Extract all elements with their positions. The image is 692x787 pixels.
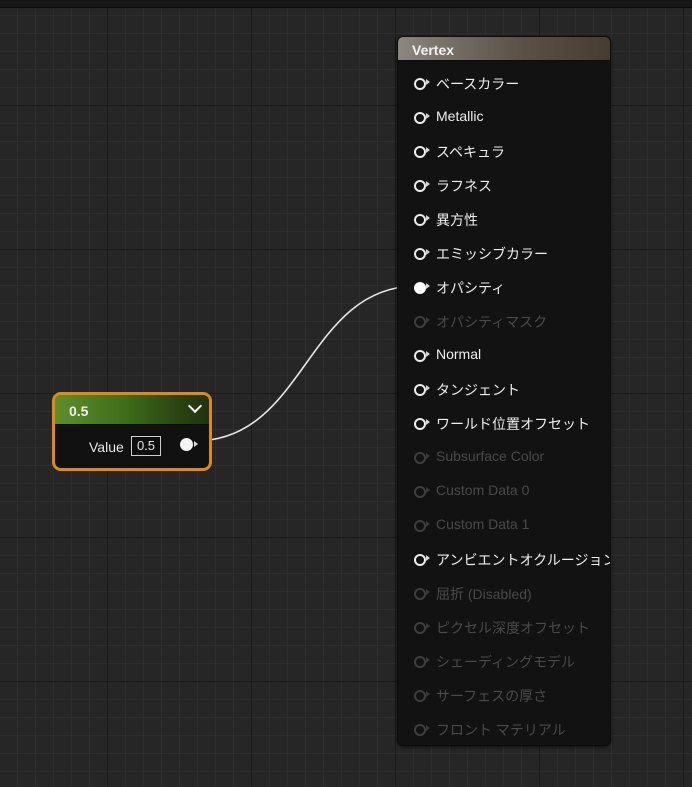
input-pin-row: Custom Data 0: [398, 479, 610, 505]
result-node-header[interactable]: Vertex: [398, 37, 610, 61]
input-pin-row[interactable]: エミッシブカラー: [398, 241, 610, 267]
input-pin-circle-icon: [414, 724, 426, 736]
input-pin-row[interactable]: 異方性: [398, 207, 610, 233]
input-pin-label: Custom Data 0: [436, 482, 530, 498]
input-pin-row[interactable]: Normal: [398, 343, 610, 369]
input-pin-label: 屈折 (Disabled): [436, 586, 532, 602]
input-pin-circle-icon[interactable]: [414, 418, 426, 430]
input-pin-row[interactable]: アンビエントオクルージョン: [398, 547, 611, 573]
pin-arrow-icon: [426, 249, 430, 255]
value-label: Value: [89, 439, 124, 455]
input-pin-circle-icon[interactable]: [414, 248, 426, 260]
input-pin-circle-icon[interactable]: [414, 214, 426, 226]
input-pin-circle-icon: [414, 520, 426, 532]
input-pin-label: ベースカラー: [436, 76, 520, 92]
input-pin-circle-icon[interactable]: [414, 350, 426, 362]
pin-arrow-icon: [426, 555, 430, 561]
pin-arrow-icon: [426, 623, 430, 629]
pin-arrow-icon: [426, 215, 430, 221]
output-pin-arrow-icon: [194, 441, 198, 447]
pin-arrow-icon: [426, 657, 430, 663]
pin-arrow-icon: [426, 147, 430, 153]
input-pin-label: オパシティ: [436, 280, 506, 296]
input-pin-label: ラフネス: [436, 178, 492, 194]
input-pin-circle-icon: [414, 316, 426, 328]
input-pin-row[interactable]: ベースカラー: [398, 71, 610, 97]
pin-arrow-icon: [426, 725, 430, 731]
opacity-connection-wire[interactable]: [194, 285, 418, 442]
input-pin-circle-icon: [414, 452, 426, 464]
pin-arrow-icon: [426, 589, 430, 595]
input-pin-circle-icon[interactable]: [414, 554, 426, 566]
input-pin-label: スペキュラ: [436, 144, 506, 160]
input-pin-label: サーフェスの厚さ: [436, 688, 548, 704]
input-pin-label: Metallic: [436, 108, 484, 124]
input-pin-row: 屈折 (Disabled): [398, 581, 610, 607]
constant-node[interactable]: 0.5 Value 0.5: [52, 392, 212, 471]
input-pin-row: オパシティマスク: [398, 309, 610, 335]
input-pin-row: シェーディングモデル: [398, 649, 610, 675]
result-node-title: Vertex: [412, 42, 455, 58]
input-pin-circle-icon: [414, 588, 426, 600]
input-pin-label: ワールド位置オフセット: [436, 416, 590, 432]
pin-arrow-icon: [426, 385, 430, 391]
input-pin-label: オパシティマスク: [436, 314, 548, 330]
constant-node-header[interactable]: 0.5: [55, 395, 209, 425]
pin-arrow-icon: [426, 487, 430, 493]
input-pin-label: 異方性: [436, 212, 478, 228]
input-pin-circle-icon[interactable]: [414, 282, 426, 294]
input-pin-label: フロント マテリアル: [436, 722, 566, 738]
pin-arrow-icon: [426, 521, 430, 527]
input-pin-label: Normal: [436, 346, 482, 362]
input-pin-row: サーフェスの厚さ: [398, 683, 610, 709]
input-pin-circle-icon[interactable]: [414, 112, 426, 124]
collapse-chevron-icon[interactable]: [187, 398, 203, 414]
input-pin-row: Subsurface Color: [398, 445, 610, 471]
input-pin-row[interactable]: Metallic: [398, 105, 610, 131]
material-result-node[interactable]: Vertex ベースカラー Metallic スペキュララフネス異方性エミッシブカラ…: [397, 36, 611, 746]
input-pin-row[interactable]: ラフネス: [398, 173, 610, 199]
input-pin-label: Subsurface Color: [436, 448, 545, 464]
input-pin-row[interactable]: オパシティ: [398, 275, 610, 301]
pin-arrow-icon: [426, 691, 430, 697]
input-pin-circle-icon[interactable]: [414, 146, 426, 158]
pin-arrow-icon: [426, 283, 430, 289]
pin-arrow-icon: [426, 181, 430, 187]
input-pin-row[interactable]: スペキュラ: [398, 139, 610, 165]
input-pin-label: Custom Data 1: [436, 516, 530, 532]
input-pin-circle-icon: [414, 690, 426, 702]
input-pin-label: エミッシブカラー: [436, 246, 548, 262]
input-pin-circle-icon: [414, 486, 426, 498]
input-pin-label: タンジェント: [436, 382, 520, 398]
input-pin-row[interactable]: ワールド位置オフセット: [398, 411, 610, 437]
input-pin-circle-icon: [414, 622, 426, 634]
constant-node-title: 0.5: [69, 403, 89, 419]
input-pin-row: フロント マテリアル: [398, 717, 610, 743]
input-pin-label: アンビエントオクルージョン: [436, 552, 611, 568]
pin-arrow-icon: [426, 79, 430, 85]
pin-arrow-icon: [426, 317, 430, 323]
value-input[interactable]: 0.5: [131, 436, 161, 456]
input-pin-row: ピクセル深度オフセット: [398, 615, 610, 641]
pin-arrow-icon: [426, 351, 430, 357]
input-pin-circle-icon[interactable]: [414, 78, 426, 90]
input-pin-circle-icon: [414, 656, 426, 668]
pin-arrow-icon: [426, 453, 430, 459]
pin-arrow-icon: [426, 113, 430, 119]
output-pin[interactable]: [180, 438, 193, 451]
pin-arrow-icon: [426, 419, 430, 425]
input-pin-circle-icon[interactable]: [414, 384, 426, 396]
input-pin-row[interactable]: タンジェント: [398, 377, 610, 403]
input-pin-label: ピクセル深度オフセット: [436, 620, 590, 636]
input-pin-row: Custom Data 1: [398, 513, 610, 539]
input-pin-circle-icon[interactable]: [414, 180, 426, 192]
graph-top-bar: [0, 0, 692, 8]
input-pin-label: シェーディングモデル: [436, 654, 576, 670]
